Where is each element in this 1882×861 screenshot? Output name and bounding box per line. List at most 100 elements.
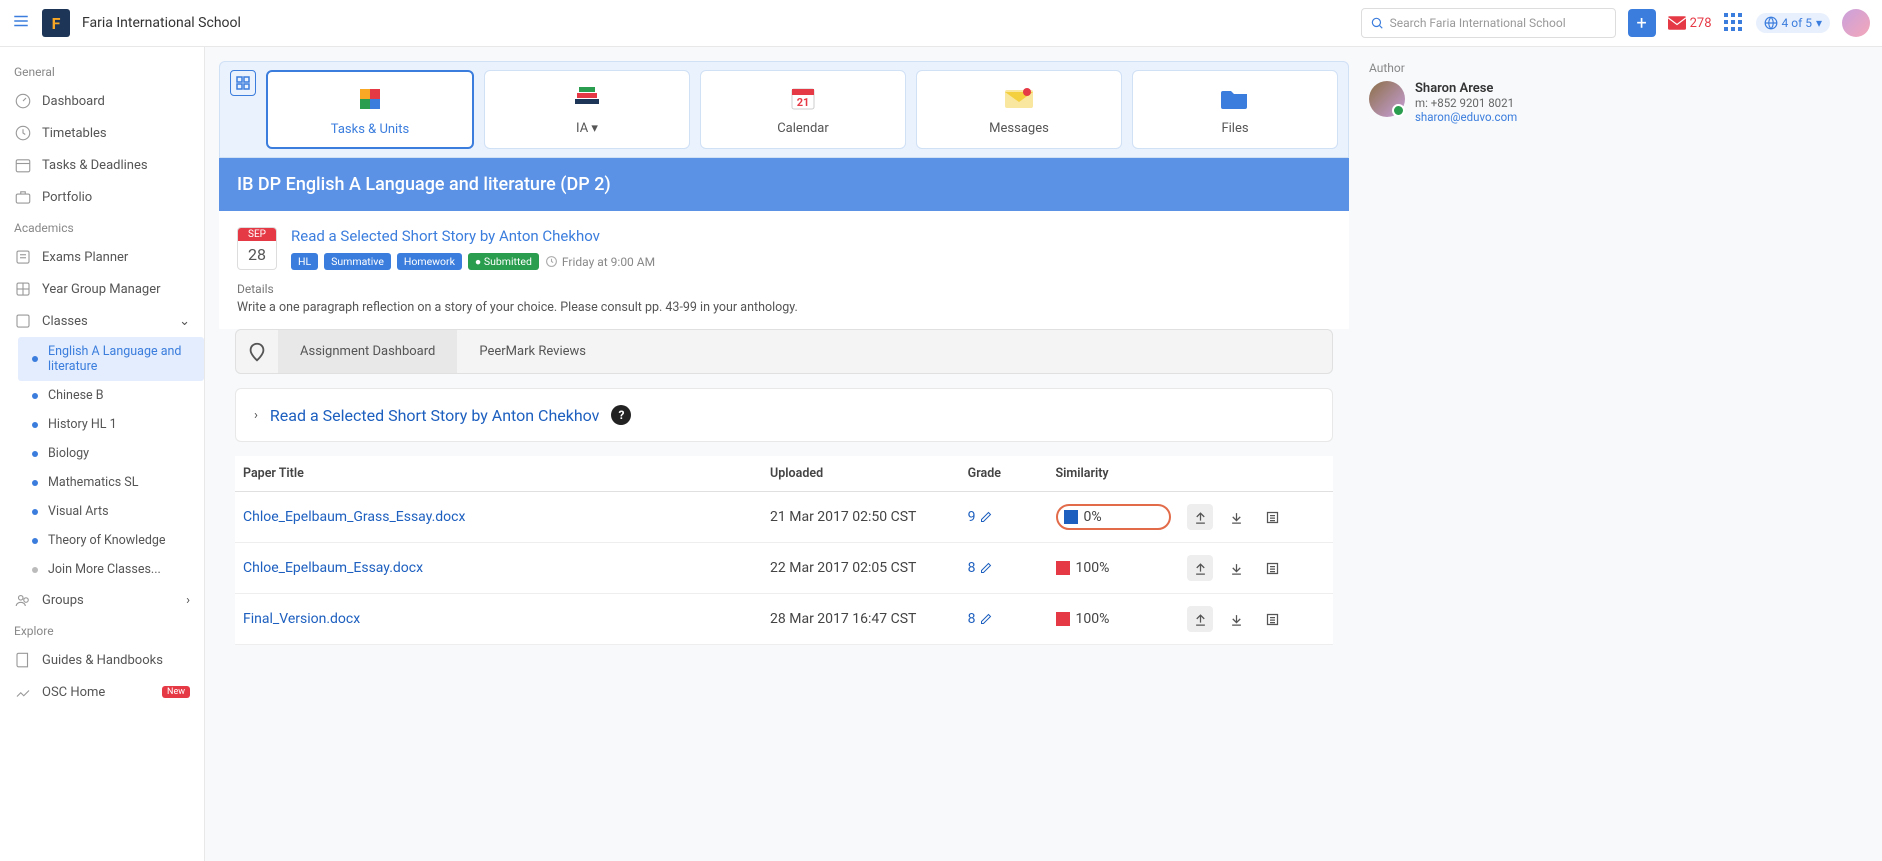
tab-messages[interactable]: Messages [916, 70, 1122, 149]
sidebar-item-dashboard[interactable]: Dashboard [0, 85, 204, 117]
svg-text:21: 21 [797, 96, 810, 109]
table-icon [14, 280, 32, 298]
school-logo[interactable]: F [42, 9, 70, 37]
upload-button[interactable] [1187, 555, 1213, 581]
puzzle-icon [278, 84, 462, 114]
sidebar-item-osc[interactable]: OSC Home New [0, 676, 204, 708]
upload-button[interactable] [1187, 504, 1213, 530]
tab-calendar[interactable]: 21 Calendar [700, 70, 906, 149]
similarity-badge[interactable]: 100% [1056, 560, 1172, 576]
class-dot-icon [32, 480, 38, 486]
date-day: 28 [238, 241, 276, 268]
paper-title-link[interactable]: Chloe_Epelbaum_Grass_Essay.docx [243, 509, 465, 525]
download-button[interactable] [1223, 606, 1249, 632]
calendar-icon: 21 [711, 83, 895, 113]
grade-link[interactable]: 8 [968, 560, 1040, 576]
apps-grid-icon[interactable] [1724, 13, 1744, 33]
tour-label: 4 of 5 [1782, 16, 1812, 30]
similarity-badge[interactable]: 100% [1056, 611, 1172, 627]
tab-files[interactable]: Files [1132, 70, 1338, 149]
sidebar-item-timetables[interactable]: Timetables [0, 117, 204, 149]
turnitin-tabs: Assignment Dashboard PeerMark Reviews [235, 329, 1333, 374]
section-academics: Academics [0, 213, 204, 241]
tab-peermark-reviews[interactable]: PeerMark Reviews [457, 330, 608, 373]
sidebar-class-item[interactable]: Visual Arts [18, 497, 204, 526]
classes-icon [14, 312, 32, 330]
search-input[interactable]: Search Faria International School [1361, 8, 1616, 38]
nav-tabs-row: Tasks & Units IA ▾ 21 Calendar [219, 61, 1349, 158]
add-button[interactable]: + [1628, 9, 1656, 37]
assignment-title-link[interactable]: Read a Selected Short Story by Anton Che… [291, 227, 600, 245]
author-avatar[interactable] [1369, 81, 1405, 117]
sidebar-class-item[interactable]: Theory of Knowledge [18, 526, 204, 555]
sidebar-item-classes[interactable]: Classes ⌄ [0, 305, 204, 337]
upload-button[interactable] [1187, 606, 1213, 632]
folder-icon [1143, 83, 1327, 113]
sidebar-class-item[interactable]: History HL 1 [18, 410, 204, 439]
class-dot-icon [32, 567, 38, 573]
sidebar-class-item[interactable]: Chinese B [18, 381, 204, 410]
details-button[interactable] [1259, 606, 1285, 632]
details-block: Details Write a one paragraph reflection… [219, 282, 1349, 329]
download-button[interactable] [1223, 504, 1249, 530]
user-avatar[interactable] [1842, 9, 1870, 37]
grade-link[interactable]: 8 [968, 611, 1040, 627]
chevron-right-icon: › [254, 408, 258, 423]
due-time: Friday at 9:00 AM [545, 255, 655, 269]
author-name: Sharon Arese [1415, 81, 1517, 96]
details-text: Write a one paragraph reflection on a st… [237, 300, 1331, 315]
tour-progress-badge[interactable]: 4 of 5 ▾ [1756, 13, 1831, 33]
col-similarity: Similarity [1048, 456, 1180, 492]
similarity-badge[interactable]: 0% [1056, 504, 1172, 530]
date-badge: SEP 28 [237, 227, 277, 270]
paper-title-link[interactable]: Chloe_Epelbaum_Essay.docx [243, 560, 423, 576]
details-button[interactable] [1259, 504, 1285, 530]
sidebar-item-guides[interactable]: Guides & Handbooks [0, 644, 204, 676]
mail-badge[interactable]: 278 [1668, 16, 1712, 31]
class-label: Chinese B [48, 388, 104, 403]
sidebar-class-item[interactable]: Join More Classes... [18, 555, 204, 584]
sidebar-item-groups[interactable]: Groups › [0, 584, 204, 616]
story-expand-row[interactable]: › Read a Selected Short Story by Anton C… [235, 388, 1333, 442]
similarity-percent: 100% [1076, 611, 1110, 627]
author-email[interactable]: sharon@eduvo.com [1415, 110, 1517, 124]
mail-count: 278 [1690, 16, 1712, 31]
chevron-down-icon: ▾ [1816, 16, 1822, 30]
col-grade: Grade [960, 456, 1048, 492]
tab-assignment-dashboard[interactable]: Assignment Dashboard [278, 330, 457, 373]
hamburger-icon[interactable] [12, 12, 30, 34]
class-label: Theory of Knowledge [48, 533, 166, 548]
help-icon[interactable]: ? [611, 405, 631, 425]
tab-label: Messages [927, 121, 1111, 136]
tab-ia[interactable]: IA ▾ [484, 70, 690, 149]
tab-tasks-units[interactable]: Tasks & Units [266, 70, 474, 149]
tab-label: Calendar [711, 121, 895, 136]
sidebar-class-item[interactable]: English A Language and literature [18, 337, 204, 381]
author-phone: m: +852 9201 8021 [1415, 96, 1517, 110]
sidebar-class-item[interactable]: Mathematics SL [18, 468, 204, 497]
sidebar-item-exams[interactable]: Exams Planner [0, 241, 204, 273]
list-icon [1265, 612, 1280, 627]
author-panel: Author Sharon Arese m: +852 9201 8021 sh… [1369, 47, 1569, 861]
grade-link[interactable]: 9 [968, 509, 1040, 525]
paper-title-link[interactable]: Final_Version.docx [243, 611, 360, 627]
chart-icon [14, 683, 32, 701]
course-title-banner: IB DP English A Language and literature … [219, 158, 1349, 211]
sidebar-item-yeargroup[interactable]: Year Group Manager [0, 273, 204, 305]
grid-toggle-button[interactable] [230, 70, 256, 96]
sidebar-item-tasks[interactable]: Tasks & Deadlines [0, 149, 204, 181]
similarity-swatch-icon [1064, 510, 1078, 524]
briefcase-icon [14, 188, 32, 206]
class-label: Visual Arts [48, 504, 109, 519]
download-button[interactable] [1223, 555, 1249, 581]
sidebar-item-portfolio[interactable]: Portfolio [0, 181, 204, 213]
table-row: Chloe_Epelbaum_Essay.docx22 Mar 2017 02:… [235, 543, 1333, 594]
sidebar-class-item[interactable]: Biology [18, 439, 204, 468]
author-section-label: Author [1369, 61, 1569, 75]
details-button[interactable] [1259, 555, 1285, 581]
tag-summative: Summative [324, 253, 391, 270]
story-title-link[interactable]: Read a Selected Short Story by Anton Che… [270, 406, 600, 425]
upload-icon [1193, 510, 1208, 525]
tag-homework: Homework [397, 253, 462, 270]
pencil-icon [980, 511, 992, 523]
